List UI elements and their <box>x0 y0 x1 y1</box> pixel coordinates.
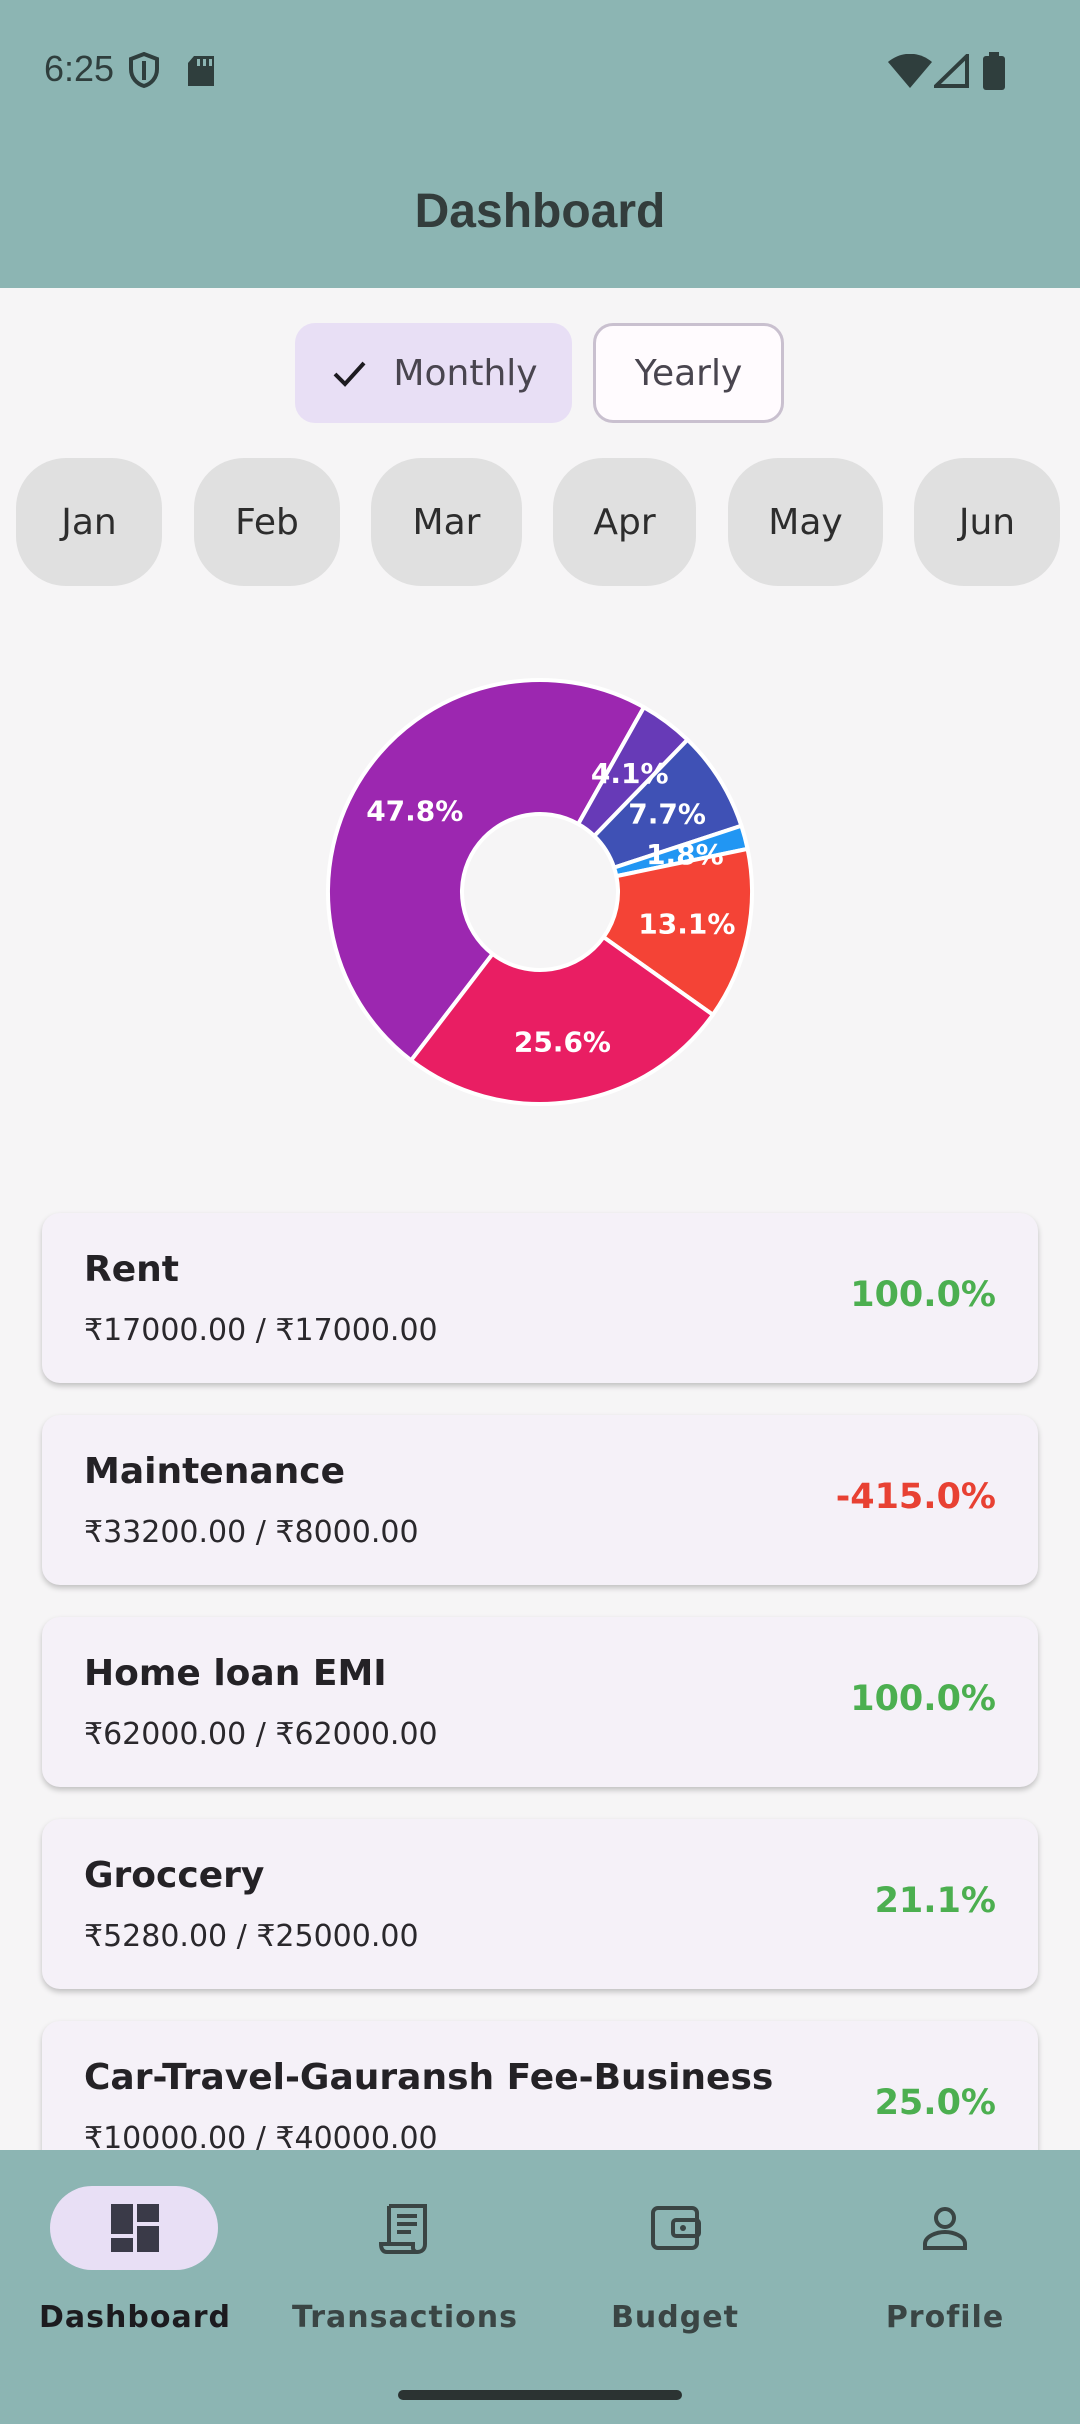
budget-card-maintenance[interactable]: Maintenance ₹33200.00 / ₹8000.00 -415.0% <box>42 1415 1038 1585</box>
nav-label: Profile <box>885 2300 1005 2335</box>
pie-slice-label: 47.8% <box>366 794 463 827</box>
wifi-icon <box>888 54 932 88</box>
expense-donut-chart: 47.8% 4.1% 7.7% 1.8% 13.1% 25.6% <box>326 678 754 1106</box>
budget-amount: ₹5280.00 / ₹25000.00 <box>84 1919 419 1954</box>
budget-percent: 100.0% <box>850 1679 996 1719</box>
budget-name: Groccery <box>84 1855 265 1896</box>
monthly-toggle-button[interactable]: Monthly <box>295 323 572 423</box>
month-chip-feb[interactable]: Feb <box>194 458 340 586</box>
pie-slice-label: 1.8% <box>646 838 724 871</box>
month-chip-label: Apr <box>593 501 656 543</box>
budget-amount: ₹17000.00 / ₹17000.00 <box>84 1313 438 1348</box>
shield-icon <box>129 52 159 88</box>
budget-percent: -415.0% <box>835 1477 996 1517</box>
pie-slice-label: 25.6% <box>514 1025 611 1058</box>
budget-card-groccery[interactable]: Groccery ₹5280.00 / ₹25000.00 21.1% <box>42 1819 1038 1989</box>
nav-label: Dashboard <box>39 2300 231 2335</box>
status-bar: 6:25 <box>0 0 1080 140</box>
yearly-toggle-button[interactable]: Yearly <box>593 323 784 423</box>
battery-icon <box>983 52 1005 90</box>
month-chip-mar[interactable]: Mar <box>371 458 522 586</box>
wallet-icon <box>651 2206 701 2250</box>
month-chip-jun[interactable]: Jun <box>914 458 1060 586</box>
month-chip-apr[interactable]: Apr <box>553 458 696 586</box>
nav-item-dashboard[interactable]: Dashboard <box>0 2150 270 2370</box>
budget-card-rent[interactable]: Rent ₹17000.00 / ₹17000.00 100.0% <box>42 1213 1038 1383</box>
budget-percent: 100.0% <box>850 1275 996 1315</box>
person-icon <box>923 2207 967 2250</box>
receipt-icon <box>378 2204 427 2254</box>
month-chip-label: Mar <box>412 501 481 543</box>
gesture-home-bar <box>398 2390 682 2400</box>
month-chip-jan[interactable]: Jan <box>16 458 162 586</box>
page-title: Dashboard <box>414 185 666 238</box>
month-chip-may[interactable]: May <box>728 458 883 586</box>
bottom-navigation-bar: Dashboard Transactions Budget Profile <box>0 2150 1080 2424</box>
budget-name: Home loan EMI <box>84 1653 387 1694</box>
pie-slice-label: 7.7% <box>628 797 706 830</box>
month-chip-label: May <box>768 501 843 543</box>
nav-item-budget[interactable]: Budget <box>540 2150 810 2370</box>
month-chip-label: Jun <box>958 501 1016 543</box>
sd-card-icon <box>188 56 214 86</box>
budget-percent: 25.0% <box>874 2083 996 2123</box>
nav-item-profile[interactable]: Profile <box>810 2150 1080 2370</box>
check-icon <box>334 361 366 387</box>
budget-amount: ₹33200.00 / ₹8000.00 <box>84 1515 419 1550</box>
nav-label: Budget <box>611 2300 739 2335</box>
budget-name: Car-Travel-Gauransh Fee-Business <box>84 2057 774 2098</box>
budget-name: Rent <box>84 1249 179 1290</box>
monthly-label: Monthly <box>393 352 538 394</box>
month-chip-label: Jan <box>61 501 117 543</box>
pie-slice-label: 13.1% <box>638 908 735 941</box>
pie-slice-label: 4.1% <box>591 757 669 790</box>
dashboard-icon <box>111 2204 159 2252</box>
nav-item-transactions[interactable]: Transactions <box>270 2150 540 2370</box>
budget-amount: ₹62000.00 / ₹62000.00 <box>84 1717 438 1752</box>
month-chip-label: Feb <box>235 501 299 543</box>
yearly-label: Yearly <box>634 352 743 394</box>
signal-icon <box>934 54 969 88</box>
top-app-bar: 6:25 Dashboard <box>0 0 1080 288</box>
budget-card-home-loan-emi[interactable]: Home loan EMI ₹62000.00 / ₹62000.00 100.… <box>42 1617 1038 1787</box>
budget-name: Maintenance <box>84 1451 346 1492</box>
budget-percent: 21.1% <box>874 1881 996 1921</box>
nav-label: Transactions <box>292 2300 518 2335</box>
status-time: 6:25 <box>44 48 115 89</box>
